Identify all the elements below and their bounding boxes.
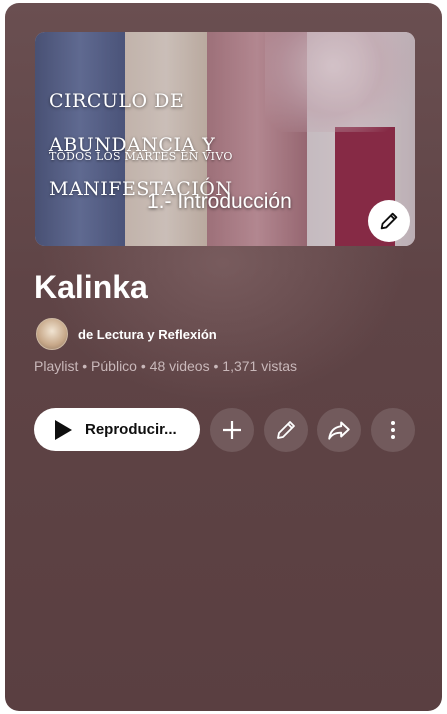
- plus-icon: [223, 421, 241, 439]
- edit-thumbnail-button[interactable]: [368, 200, 410, 242]
- playlist-type: Playlist: [34, 358, 79, 374]
- pencil-icon: [277, 421, 295, 439]
- play-all-button[interactable]: Reproducir...: [34, 408, 200, 451]
- pencil-icon: [380, 212, 398, 230]
- play-all-label: Reproducir...: [85, 421, 177, 438]
- playlist-header-card: CIRCULO DE ABUNDANCIA Y MANIFESTACIÓN TO…: [5, 3, 442, 711]
- meta-separator: •: [140, 358, 150, 374]
- playlist-view-count: 1,371 vistas: [222, 358, 297, 374]
- channel-name[interactable]: de Lectura y Reflexión: [78, 327, 217, 342]
- play-icon: [55, 419, 72, 440]
- thumbnail-title-line: CIRCULO DE: [49, 90, 185, 112]
- edit-playlist-button[interactable]: [264, 408, 308, 452]
- playlist-visibility: Público: [91, 358, 137, 374]
- meta-separator: •: [82, 358, 92, 374]
- share-icon: [328, 421, 350, 440]
- playlist-video-count: 48 videos: [149, 358, 210, 374]
- channel-link[interactable]: de Lectura y Reflexión: [36, 318, 217, 350]
- meta-separator: •: [213, 358, 223, 374]
- more-vertical-icon: [391, 421, 395, 439]
- playlist-meta: Playlist • Público • 48 videos • 1,371 v…: [34, 358, 297, 374]
- thumbnail-subtitle: TODOS LOS MARTES EN VIVO: [49, 150, 233, 163]
- thumbnail-video-label: 1.- Introducción: [147, 190, 292, 213]
- channel-avatar[interactable]: [36, 318, 68, 350]
- playlist-title: Kalinka: [34, 269, 148, 305]
- playlist-thumbnail[interactable]: CIRCULO DE ABUNDANCIA Y MANIFESTACIÓN TO…: [35, 32, 415, 246]
- share-button[interactable]: [317, 408, 361, 452]
- more-actions-button[interactable]: [371, 408, 415, 452]
- add-to-library-button[interactable]: [210, 408, 254, 452]
